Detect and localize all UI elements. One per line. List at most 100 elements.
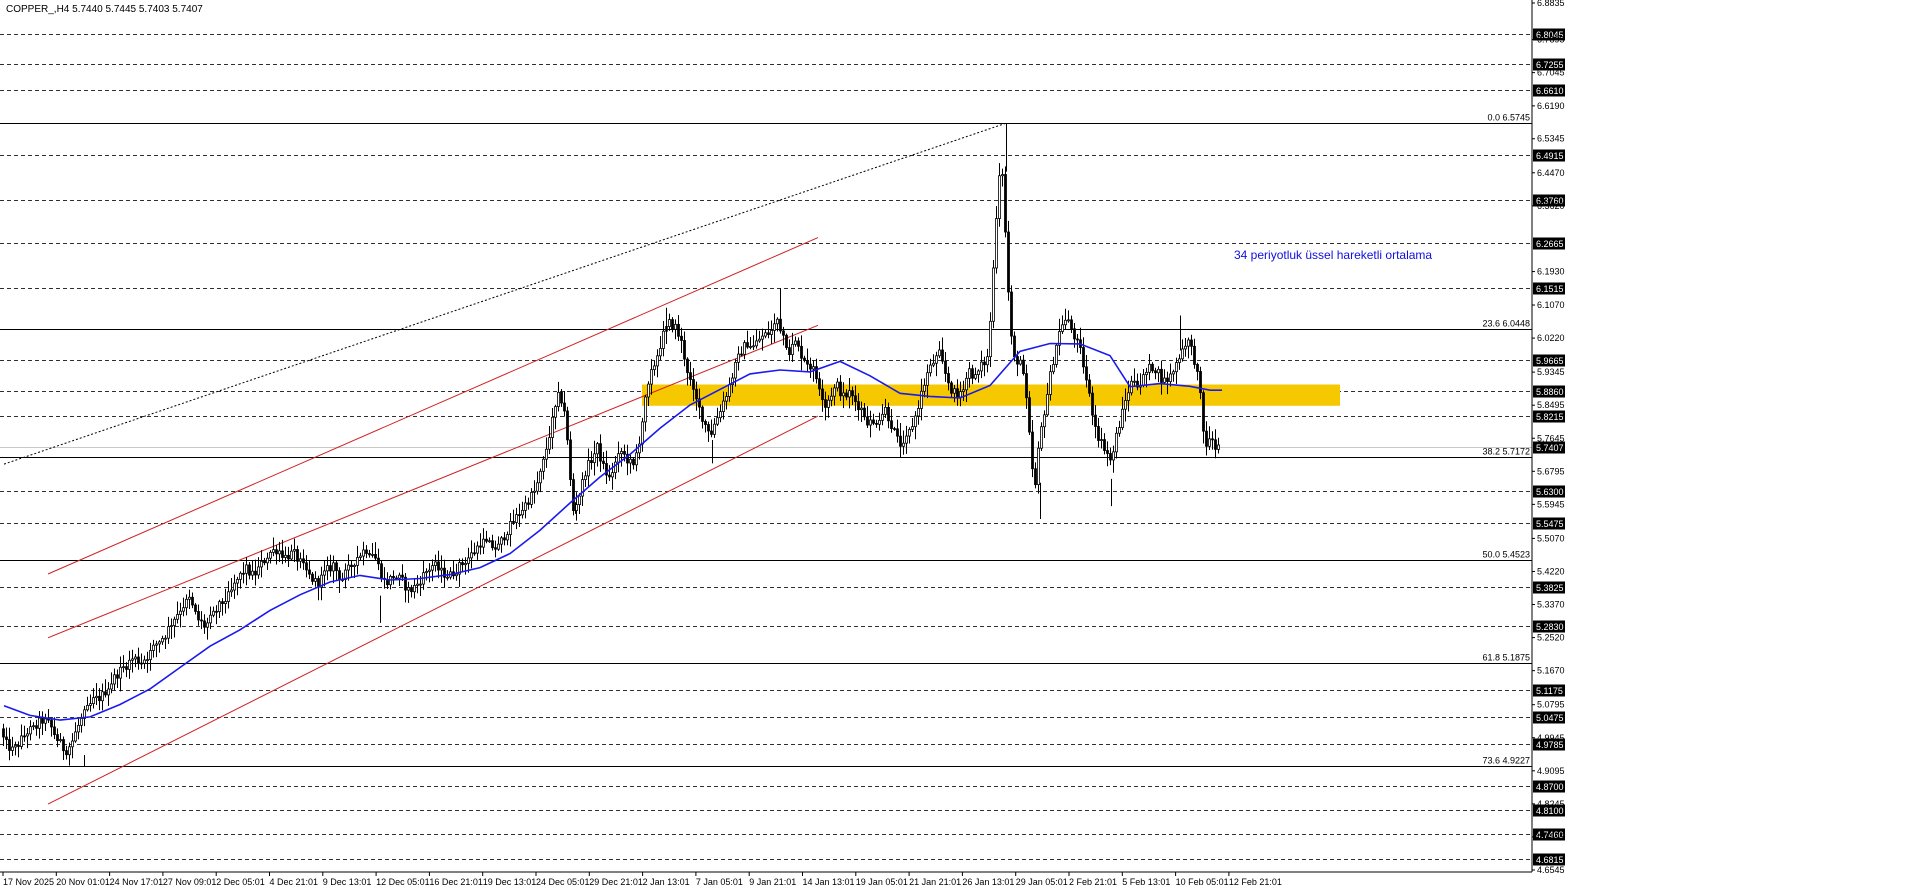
x-tick-label: 24 Dec 05:01 — [536, 877, 590, 887]
candle-body — [134, 656, 137, 660]
candle-body — [923, 384, 926, 392]
candle-body — [899, 435, 902, 447]
candle-body — [542, 458, 545, 472]
candle-body — [71, 740, 74, 748]
candle-body — [227, 591, 230, 602]
candle-body — [1103, 439, 1106, 451]
candle-body — [1145, 371, 1148, 376]
candle-body — [8, 739, 11, 751]
candle-body — [1112, 451, 1115, 461]
y-tick-label: 6.3620 — [1537, 201, 1565, 211]
candle-body — [752, 345, 755, 348]
candle-body — [749, 346, 752, 348]
candle-body — [608, 474, 611, 478]
candle-body — [572, 479, 575, 512]
candle-body — [584, 475, 587, 480]
candle-body — [956, 388, 959, 398]
candle-body — [230, 589, 233, 593]
candle-body — [866, 416, 869, 426]
candle-body — [773, 323, 776, 331]
candle-body — [251, 570, 254, 576]
candle-body — [260, 560, 263, 568]
candle-body — [551, 416, 554, 438]
candle-body — [482, 538, 485, 548]
candle-body — [140, 662, 143, 665]
candle-body — [1097, 426, 1100, 441]
candle-body — [791, 343, 794, 355]
candle-body — [41, 717, 44, 724]
y-tick-label: 5.4220 — [1537, 566, 1565, 576]
candle-body — [80, 718, 83, 726]
candle-body — [236, 579, 239, 584]
candle-body — [983, 361, 986, 366]
candle-body — [338, 570, 341, 581]
candle-body — [908, 429, 911, 437]
candle-body — [74, 731, 77, 742]
candle-body — [554, 406, 557, 418]
candle-body — [242, 572, 245, 575]
candle-body — [194, 604, 197, 612]
candle-body — [1157, 368, 1160, 374]
candle-body — [1115, 432, 1118, 453]
candle-body — [284, 554, 287, 558]
candle-body — [287, 554, 290, 560]
candle-body — [248, 564, 251, 576]
candle-body — [350, 564, 353, 568]
candle-body — [953, 388, 956, 394]
candle-body — [1070, 319, 1073, 330]
candle-body — [845, 392, 848, 398]
candle-body — [974, 374, 977, 379]
price-chart[interactable]: 0.0 6.574523.6 6.044838.2 5.717250.0 5.4… — [0, 0, 1916, 888]
candle-body — [557, 391, 560, 407]
candle-body — [1169, 373, 1172, 382]
price-badge-label: 5.6300 — [1536, 487, 1564, 497]
candle-body — [464, 563, 467, 566]
candle-body — [146, 659, 149, 661]
x-tick-label: 19 Dec 13:01 — [483, 877, 537, 887]
candle-body — [104, 691, 107, 696]
candle-body — [851, 390, 854, 397]
candle-body — [566, 410, 569, 441]
fib-label: 61.8 5.1875 — [1482, 653, 1530, 663]
x-tick-label: 21 Jan 21:01 — [909, 877, 961, 887]
candle-body — [86, 705, 89, 711]
y-tick-label: 5.9345 — [1537, 367, 1565, 377]
candle-body — [1187, 339, 1190, 347]
candle-body — [356, 557, 359, 566]
candle-body — [623, 451, 626, 455]
candle-body — [1013, 335, 1016, 358]
candle-body — [587, 460, 590, 477]
candle-body — [515, 514, 518, 523]
candle-body — [1076, 338, 1079, 341]
candle-body — [110, 683, 113, 690]
candle-body — [1019, 359, 1022, 365]
x-tick-label: 2 Dec 05:01 — [216, 877, 265, 887]
candle-body — [137, 656, 140, 664]
candle-body — [809, 363, 812, 370]
candle-body — [212, 610, 215, 616]
candle-body — [143, 659, 146, 664]
candle-body — [902, 442, 905, 447]
candle-body — [89, 703, 92, 706]
x-tick-label: 16 Dec 21:01 — [429, 877, 483, 887]
x-tick-label: 26 Jan 13:01 — [962, 877, 1014, 887]
candle-body — [599, 443, 602, 462]
candle-body — [1001, 174, 1004, 177]
x-tick-label: 2 Jan 13:01 — [643, 877, 690, 887]
candle-body — [800, 345, 803, 359]
candle-body — [500, 537, 503, 545]
candle-body — [944, 360, 947, 374]
candle-body — [713, 423, 716, 435]
candle-body — [359, 555, 362, 558]
candle-body — [503, 537, 506, 541]
candle-body — [152, 644, 155, 651]
candle-body — [1091, 392, 1094, 416]
candle-body — [434, 561, 437, 566]
y-tick-label: 5.5945 — [1537, 499, 1565, 509]
candle-body — [35, 725, 38, 729]
candle-body — [269, 551, 272, 559]
current-price-label: 5.7407 — [1536, 443, 1564, 453]
candle-body — [686, 358, 689, 374]
candle-body — [155, 643, 158, 646]
candle-body — [668, 319, 671, 327]
